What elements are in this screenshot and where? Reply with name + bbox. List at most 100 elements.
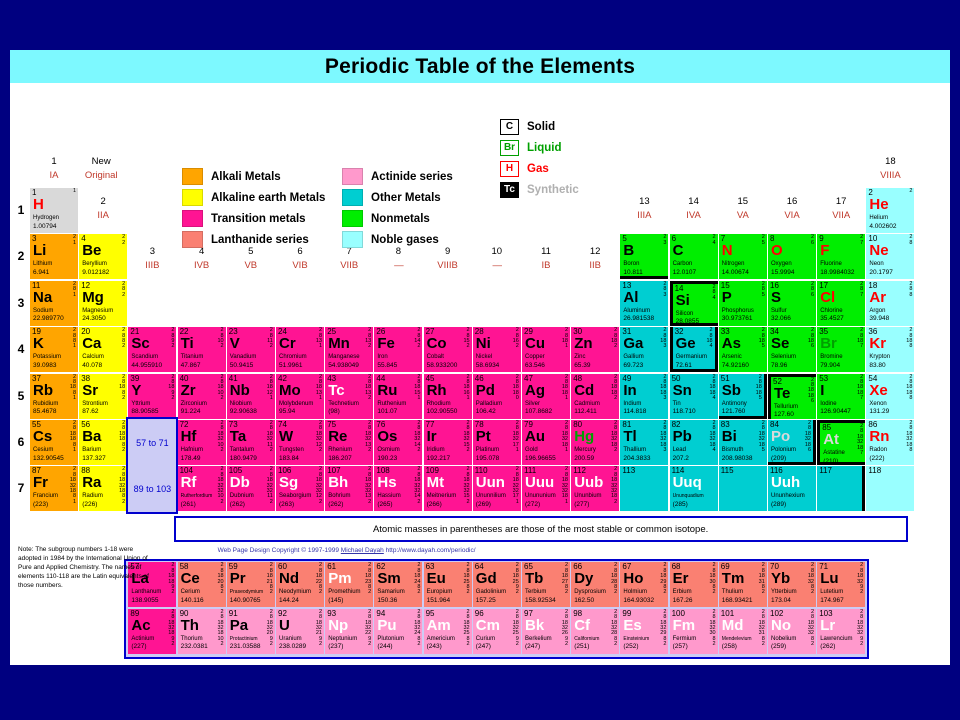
element-cell-Ga[interactable]: 31 2 8 18 3 Ga Gallium 69.723 [620,327,669,373]
element-cell-Ne[interactable]: 10 2 8 Ne Neon 20.1797 [866,234,915,280]
element-cell-Ag[interactable]: 47 2 8 18 18 1 Ag Silver 107.8682 [522,373,570,419]
actinide-cell-Pa[interactable]: 91 2 8 18 32 20 9 2 Pa Protactinium 231.03588 [226,608,275,654]
lanthanide-cell-Nd[interactable]: 60 2 8 18 22 8 2 Nd Neodymium 144.24 [276,562,324,608]
element-cell-117[interactable]: 117 [817,466,866,512]
element-cell-Fr[interactable]: 87 2 8 18 32 18 8 1 Fr Francium (223) [30,466,78,512]
element-cell-Ti[interactable]: 22 2 8 10 2 Ti Titanium 47.867 [177,327,226,373]
element-cell-Re[interactable]: 75 2 8 18 32 13 2 Re Rhenium 186.207 [325,420,374,465]
actinide-cell-Es[interactable]: 99 2 8 18 32 29 8 2 Es Einsteinium (252) [620,608,669,654]
element-cell-Os[interactable]: 76 2 8 18 32 14 2 Os Osmium 190.23 [374,420,423,465]
element-cell-He[interactable]: 2 2 He Helium 4.002602 [866,188,915,233]
element-cell-Br[interactable]: 35 2 8 18 7 Br Bromine 79.904 [817,327,866,373]
copyright-line[interactable]: Web Page Design Copyright © 1997-1999 Mi… [218,547,476,554]
element-cell-Se[interactable]: 34 2 8 18 6 Se Selenium 78.96 [768,327,816,373]
element-cell-S[interactable]: 16 2 8 6 S Sulfur 32.066 [768,280,816,326]
element-cell-Te[interactable]: 52 2 8 18 18 6 Te Tellurium 127.60 [768,373,816,419]
element-cell-Hf[interactable]: 72 2 8 18 32 10 2 Hf Hafnium 178.49 [177,420,226,465]
element-cell-Co[interactable]: 27 2 8 15 2 Co Cobalt 58.933200 [423,327,472,373]
element-cell-Ge[interactable]: 32 2 8 18 4 Ge Germanium 72.61 [669,327,718,373]
lanthanide-range-placeholder[interactable]: 57 to 71 [128,420,176,465]
actinide-cell-Bk[interactable]: 97 2 8 18 32 26 9 2 Bk Berkelium (247) [522,608,570,654]
element-cell-Ta[interactable]: 73 2 8 18 32 11 2 Ta Tantalum 180.9479 [226,420,275,465]
element-cell-Hg[interactable]: 80 2 8 18 32 18 2 Hg Mercury 200.59 [571,420,620,465]
element-cell-Sb[interactable]: 51 2 8 18 18 5 Sb Antimony 121.760 [718,373,767,419]
element-cell-Mn[interactable]: 25 2 8 13 2 Mn Manganese 54.938049 [325,327,374,373]
element-cell-Bh[interactable]: 107 2 8 18 32 32 13 2 Bh Bohrium (262) [325,466,374,512]
element-cell-Pd[interactable]: 46 2 8 18 18 0 Pd Palladium 106.42 [472,373,521,419]
element-cell-Sr[interactable]: 38 2 8 18 8 2 Sr Strontium 87.62 [79,373,128,419]
element-cell-Zn[interactable]: 30 2 8 18 2 Zn Zinc 65.39 [571,327,620,373]
lanthanide-cell-Er[interactable]: 68 2 8 18 30 8 2 Er Erbium 167.26 [669,562,718,608]
element-cell-Sc[interactable]: 21 2 8 9 2 Sc Scandium 44.955910 [128,327,177,373]
element-cell-Pt[interactable]: 78 2 8 18 32 17 1 Pt Platinum 195.078 [472,420,521,465]
actinide-cell-Md[interactable]: 101 2 8 18 32 31 8 2 Md Mendelevium (258) [718,608,767,654]
element-cell-Ca[interactable]: 20 2 8 8 2 Ca Calcium 40.078 [79,327,128,373]
element-cell-Nb[interactable]: 41 2 8 18 12 1 Nb Niobium 92.90638 [226,373,275,419]
element-cell-Uuu[interactable]: 111 2 8 18 32 32 18 1 Uuu Unununium (272) [522,466,570,512]
element-cell-Mo[interactable]: 42 2 8 18 13 1 Mo Molybdenum 95.94 [276,373,324,419]
element-cell-W[interactable]: 74 2 8 18 32 12 2 W Tungsten 183.84 [276,420,324,465]
element-cell-Ir[interactable]: 77 2 8 18 32 15 2 Ir Iridium 192.217 [423,420,472,465]
element-cell-Db[interactable]: 105 2 8 18 32 32 11 2 Db Dubnium (262) [226,466,275,512]
element-cell-Uuh[interactable]: 116 Uuh Ununhexium (289) [768,466,816,512]
lanthanide-cell-Tb[interactable]: 65 2 8 18 27 8 2 Tb Terbium 158.92534 [522,562,570,608]
element-cell-B[interactable]: 5 2 3 B Boron 10.811 [620,234,669,280]
element-cell-Hs[interactable]: 108 2 8 18 32 32 14 2 Hs Hassium (265) [374,466,423,512]
element-cell-Cd[interactable]: 48 2 8 18 18 2 Cd Cadmium 112.411 [571,373,620,419]
element-cell-Sn[interactable]: 50 2 8 18 18 4 Sn Tin 118.710 [669,373,718,419]
element-cell-Uub[interactable]: 112 2 8 18 32 32 18 2 Uub Ununbium (277) [571,466,620,512]
element-cell-Xe[interactable]: 54 2 8 18 18 8 Xe Xenon 131.29 [866,373,915,419]
actinide-cell-Cf[interactable]: 98 2 8 18 32 28 8 2 Cf Californium (251) [571,608,620,654]
element-cell-Ba[interactable]: 56 2 8 18 18 8 2 Ba Barium 137.327 [79,420,128,465]
element-cell-I[interactable]: 53 2 8 18 18 7 I Iodine 126.90447 [817,373,866,419]
actinide-range-placeholder[interactable]: 89 to 103 [128,466,176,511]
element-cell-Y[interactable]: 39 2 8 18 9 2 Y Yttrium 88.90585 [128,373,177,419]
element-cell-Fe[interactable]: 26 2 8 14 2 Fe Iron 55.845 [374,327,423,373]
element-cell-Ra[interactable]: 88 2 8 18 32 18 8 2 Ra Radium (226) [79,466,128,512]
element-cell-Al[interactable]: 13 2 8 3 Al Aluminum 26.981538 [620,280,669,326]
element-cell-C[interactable]: 6 2 4 C Carbon 12.0107 [669,234,718,280]
element-cell-113[interactable]: 113 [620,466,669,512]
element-cell-Be[interactable]: 4 2 2 Be Beryllium 9.012182 [79,234,128,280]
element-cell-At[interactable]: 85 2 8 18 32 18 7 At Astatine (210) [817,420,866,465]
element-cell-Uun[interactable]: 110 2 8 18 32 32 17 1 Uun Ununnilium (269) [472,466,521,512]
lanthanide-cell-Sm[interactable]: 62 2 8 18 24 8 2 Sm Samarium 150.36 [374,562,423,608]
actinide-cell-Lr[interactable]: 103 2 8 18 32 32 9 2 Lr Lawrencium (262) [817,608,866,654]
actinide-cell-Ac[interactable]: 89 2 8 18 32 18 9 2 Ac Actinium (227) [128,608,177,654]
lanthanide-cell-Pr[interactable]: 59 2 8 18 21 8 2 Pr Praseodymium 140.90765 [226,562,275,608]
element-cell-Cr[interactable]: 24 2 8 13 1 Cr Chromium 51.9961 [276,327,324,373]
element-cell-Ar[interactable]: 18 2 8 8 Ar Argon 39.948 [866,280,915,326]
element-cell-H[interactable]: 1 1 H Hydrogen 1.00794 [30,188,78,233]
element-cell-Tc[interactable]: 43 2 8 18 13 2 Tc Technetium (98) [325,373,374,419]
element-cell-Ru[interactable]: 44 2 8 18 15 1 Ru Ruthenium 101.07 [374,373,423,419]
element-cell-Mt[interactable]: 109 2 8 18 32 32 15 2 Mt Meitnerium (266) [423,466,472,512]
element-cell-Rf[interactable]: 104 2 8 18 32 32 10 2 Rf Rutherfordium (261) [177,466,226,512]
element-cell-Na[interactable]: 11 2 8 1 Na Sodium 22.989770 [30,280,78,326]
lanthanide-cell-Ho[interactable]: 67 2 8 18 29 8 2 Ho Holmium 164.93032 [620,562,669,608]
actinide-cell-Cm[interactable]: 96 2 8 18 32 25 9 2 Cm Curium (247) [472,608,521,654]
actinide-cell-Am[interactable]: 95 2 8 18 32 25 8 2 Am Americium (243) [423,608,472,654]
element-cell-Ni[interactable]: 28 2 8 16 2 Ni Nickel 58.6934 [472,327,521,373]
element-cell-Bi[interactable]: 83 2 8 18 32 18 5 Bi Bismuth 208.98038 [718,420,767,465]
element-cell-Au[interactable]: 79 2 8 18 32 18 1 Au Gold 196.96655 [522,420,570,465]
element-cell-P[interactable]: 15 2 8 5 P Phosphorus 30.973761 [718,280,767,326]
lanthanide-cell-Pm[interactable]: 61 2 8 18 23 8 2 Pm Promethium (145) [325,562,374,608]
element-cell-Li[interactable]: 3 2 1 Li Lithium 6.941 [30,234,78,280]
element-cell-Rn[interactable]: 86 2 8 18 32 18 8 Rn Radon (222) [866,420,915,465]
element-cell-O[interactable]: 8 2 6 O Oxygen 15.9994 [768,234,816,280]
actinide-cell-Pu[interactable]: 94 2 8 18 32 24 8 2 Pu Plutonium (244) [374,608,423,654]
actinide-cell-U[interactable]: 92 2 8 18 32 21 9 2 U Uranium 238.0289 [276,608,324,654]
element-cell-Si[interactable]: 14 2 8 4 Si Silicon 28.0855 [669,280,718,326]
lanthanide-cell-Tm[interactable]: 69 2 8 18 31 8 2 Tm Thulium 168.93421 [718,562,767,608]
element-cell-V[interactable]: 23 2 8 11 2 V Vanadium 50.9415 [226,327,275,373]
lanthanide-cell-Ce[interactable]: 58 2 8 18 20 8 2 Ce Cerium 140.116 [177,562,226,608]
element-cell-K[interactable]: 19 2 8 8 1 K Potassium 39.0983 [30,327,78,373]
element-cell-Cl[interactable]: 17 2 8 7 Cl Chlorine 35.4527 [817,280,866,326]
element-cell-Kr[interactable]: 36 2 8 18 8 Kr Krypton 83.80 [866,327,915,373]
lanthanide-cell-Dy[interactable]: 66 2 8 18 28 8 2 Dy Dysprosium 162.50 [571,562,620,608]
element-cell-Cs[interactable]: 55 2 8 18 18 8 1 Cs Cesium 132.90545 [30,420,78,465]
element-cell-Tl[interactable]: 81 2 8 18 32 18 3 Tl Thallium 204.3833 [620,420,669,465]
element-cell-Sg[interactable]: 106 2 8 18 32 32 12 2 Sg Seaborgium (263) [276,466,324,512]
element-cell-N[interactable]: 7 2 5 N Nitrogen 14.00674 [718,234,767,280]
element-cell-As[interactable]: 33 2 8 18 5 As Arsenic 74.92160 [718,327,767,373]
